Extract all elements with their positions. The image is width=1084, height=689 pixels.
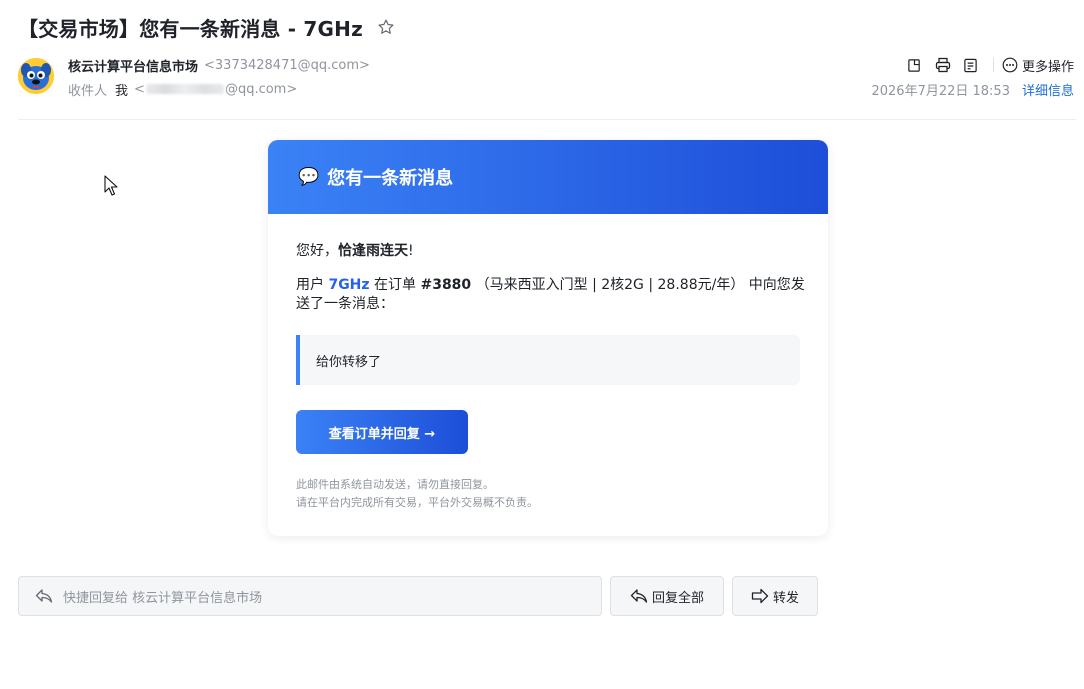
card-footer: 此邮件由系统自动发送，请勿直接回复。 请在平台内完成所有交易，平台外交易概不负责…	[296, 476, 538, 512]
msg-user: 7GHz	[328, 277, 370, 293]
msg-order-prefix: 在订单	[369, 277, 421, 293]
recipient-address-suffix: @qq.com>	[224, 81, 298, 97]
sender-line: 核云计算平台信息市场 <3373428471@qq.com>	[68, 56, 370, 75]
greeting-name: 恰逢雨连天	[338, 243, 408, 259]
forward-label: 转发	[772, 590, 799, 606]
quoted-message: 给你转移了	[296, 335, 800, 385]
header-divider	[18, 119, 1076, 120]
printer-icon[interactable]	[933, 55, 953, 75]
quoted-message-text: 给你转移了	[316, 354, 382, 370]
redacted-blur	[145, 84, 224, 94]
reply-arrow-icon	[35, 589, 53, 603]
reply-all-button[interactable]: 回复全部	[610, 576, 724, 616]
detail-info-link[interactable]: 详细信息	[1022, 80, 1074, 99]
message-body: 用户 7GHz 在订单 #3880 （马来西亚入门型 | 2核2G | 28.8…	[296, 276, 806, 314]
more-ops-label: 更多操作	[1021, 59, 1074, 75]
more-dots-icon	[1002, 57, 1018, 73]
forward-button[interactable]: 转发	[732, 576, 818, 616]
note-icon[interactable]	[961, 55, 981, 75]
reply-all-label: 回复全部	[651, 590, 704, 606]
email-toolbar: 更多操作	[897, 54, 1074, 76]
more-ops-button[interactable]: 更多操作	[1002, 56, 1074, 75]
greeting-prefix: 您好，	[296, 243, 338, 259]
sender-address: <3373428471@qq.com>	[204, 57, 370, 73]
quick-reply-input[interactable]: 快捷回复给 核云计算平台信息市场	[18, 576, 602, 616]
forward-arrow-icon	[751, 588, 769, 604]
view-order-reply-button[interactable]: 查看订单并回复 →	[296, 410, 468, 454]
footer-line-2: 请在平台内完成所有交易，平台外交易概不负责。	[296, 496, 538, 509]
email-subject-row: 【交易市场】您有一条新消息 - 7GHz	[18, 12, 397, 42]
sender-name[interactable]: 核云计算平台信息市场	[68, 56, 198, 75]
recipient-name[interactable]: 我	[115, 80, 128, 99]
card-header-title: 您有一条新消息	[327, 168, 454, 189]
recipient-line: 收件人 我 < @qq.com>	[68, 80, 297, 99]
meta-line: 2026年7月22日 18:53 详细信息	[871, 80, 1074, 99]
toolbar-divider	[992, 58, 994, 72]
sender-avatar[interactable]	[18, 58, 54, 94]
footer-line-1: 此邮件由系统自动发送，请勿直接回复。	[296, 478, 494, 491]
open-in-new-window-icon[interactable]	[905, 55, 925, 75]
reply-all-icon	[630, 589, 648, 603]
card-header: 💬 您有一条新消息	[268, 140, 828, 214]
greeting: 您好，恰逢雨连天!	[296, 240, 414, 260]
greeting-suffix: !	[408, 243, 414, 259]
msg-user-prefix: 用户	[296, 277, 329, 293]
email-subject: 【交易市场】您有一条新消息 - 7GHz	[18, 16, 363, 41]
recipient-address-prefix: <	[134, 81, 145, 97]
msg-order-number: #3880	[420, 277, 472, 293]
speech-bubble-icon: 💬	[298, 167, 320, 187]
recipient-label: 收件人	[68, 83, 108, 99]
message-card: 💬 您有一条新消息 您好，恰逢雨连天! 用户 7GHz 在订单 #3880 （马…	[268, 140, 828, 536]
mouse-cursor-icon	[104, 175, 118, 201]
star-icon[interactable]	[375, 16, 397, 38]
recipient-address: < @qq.com>	[134, 82, 297, 97]
quick-reply-placeholder: 快捷回复给 核云计算平台信息市场	[63, 590, 263, 606]
email-date: 2026年7月22日 18:53	[871, 83, 1010, 99]
